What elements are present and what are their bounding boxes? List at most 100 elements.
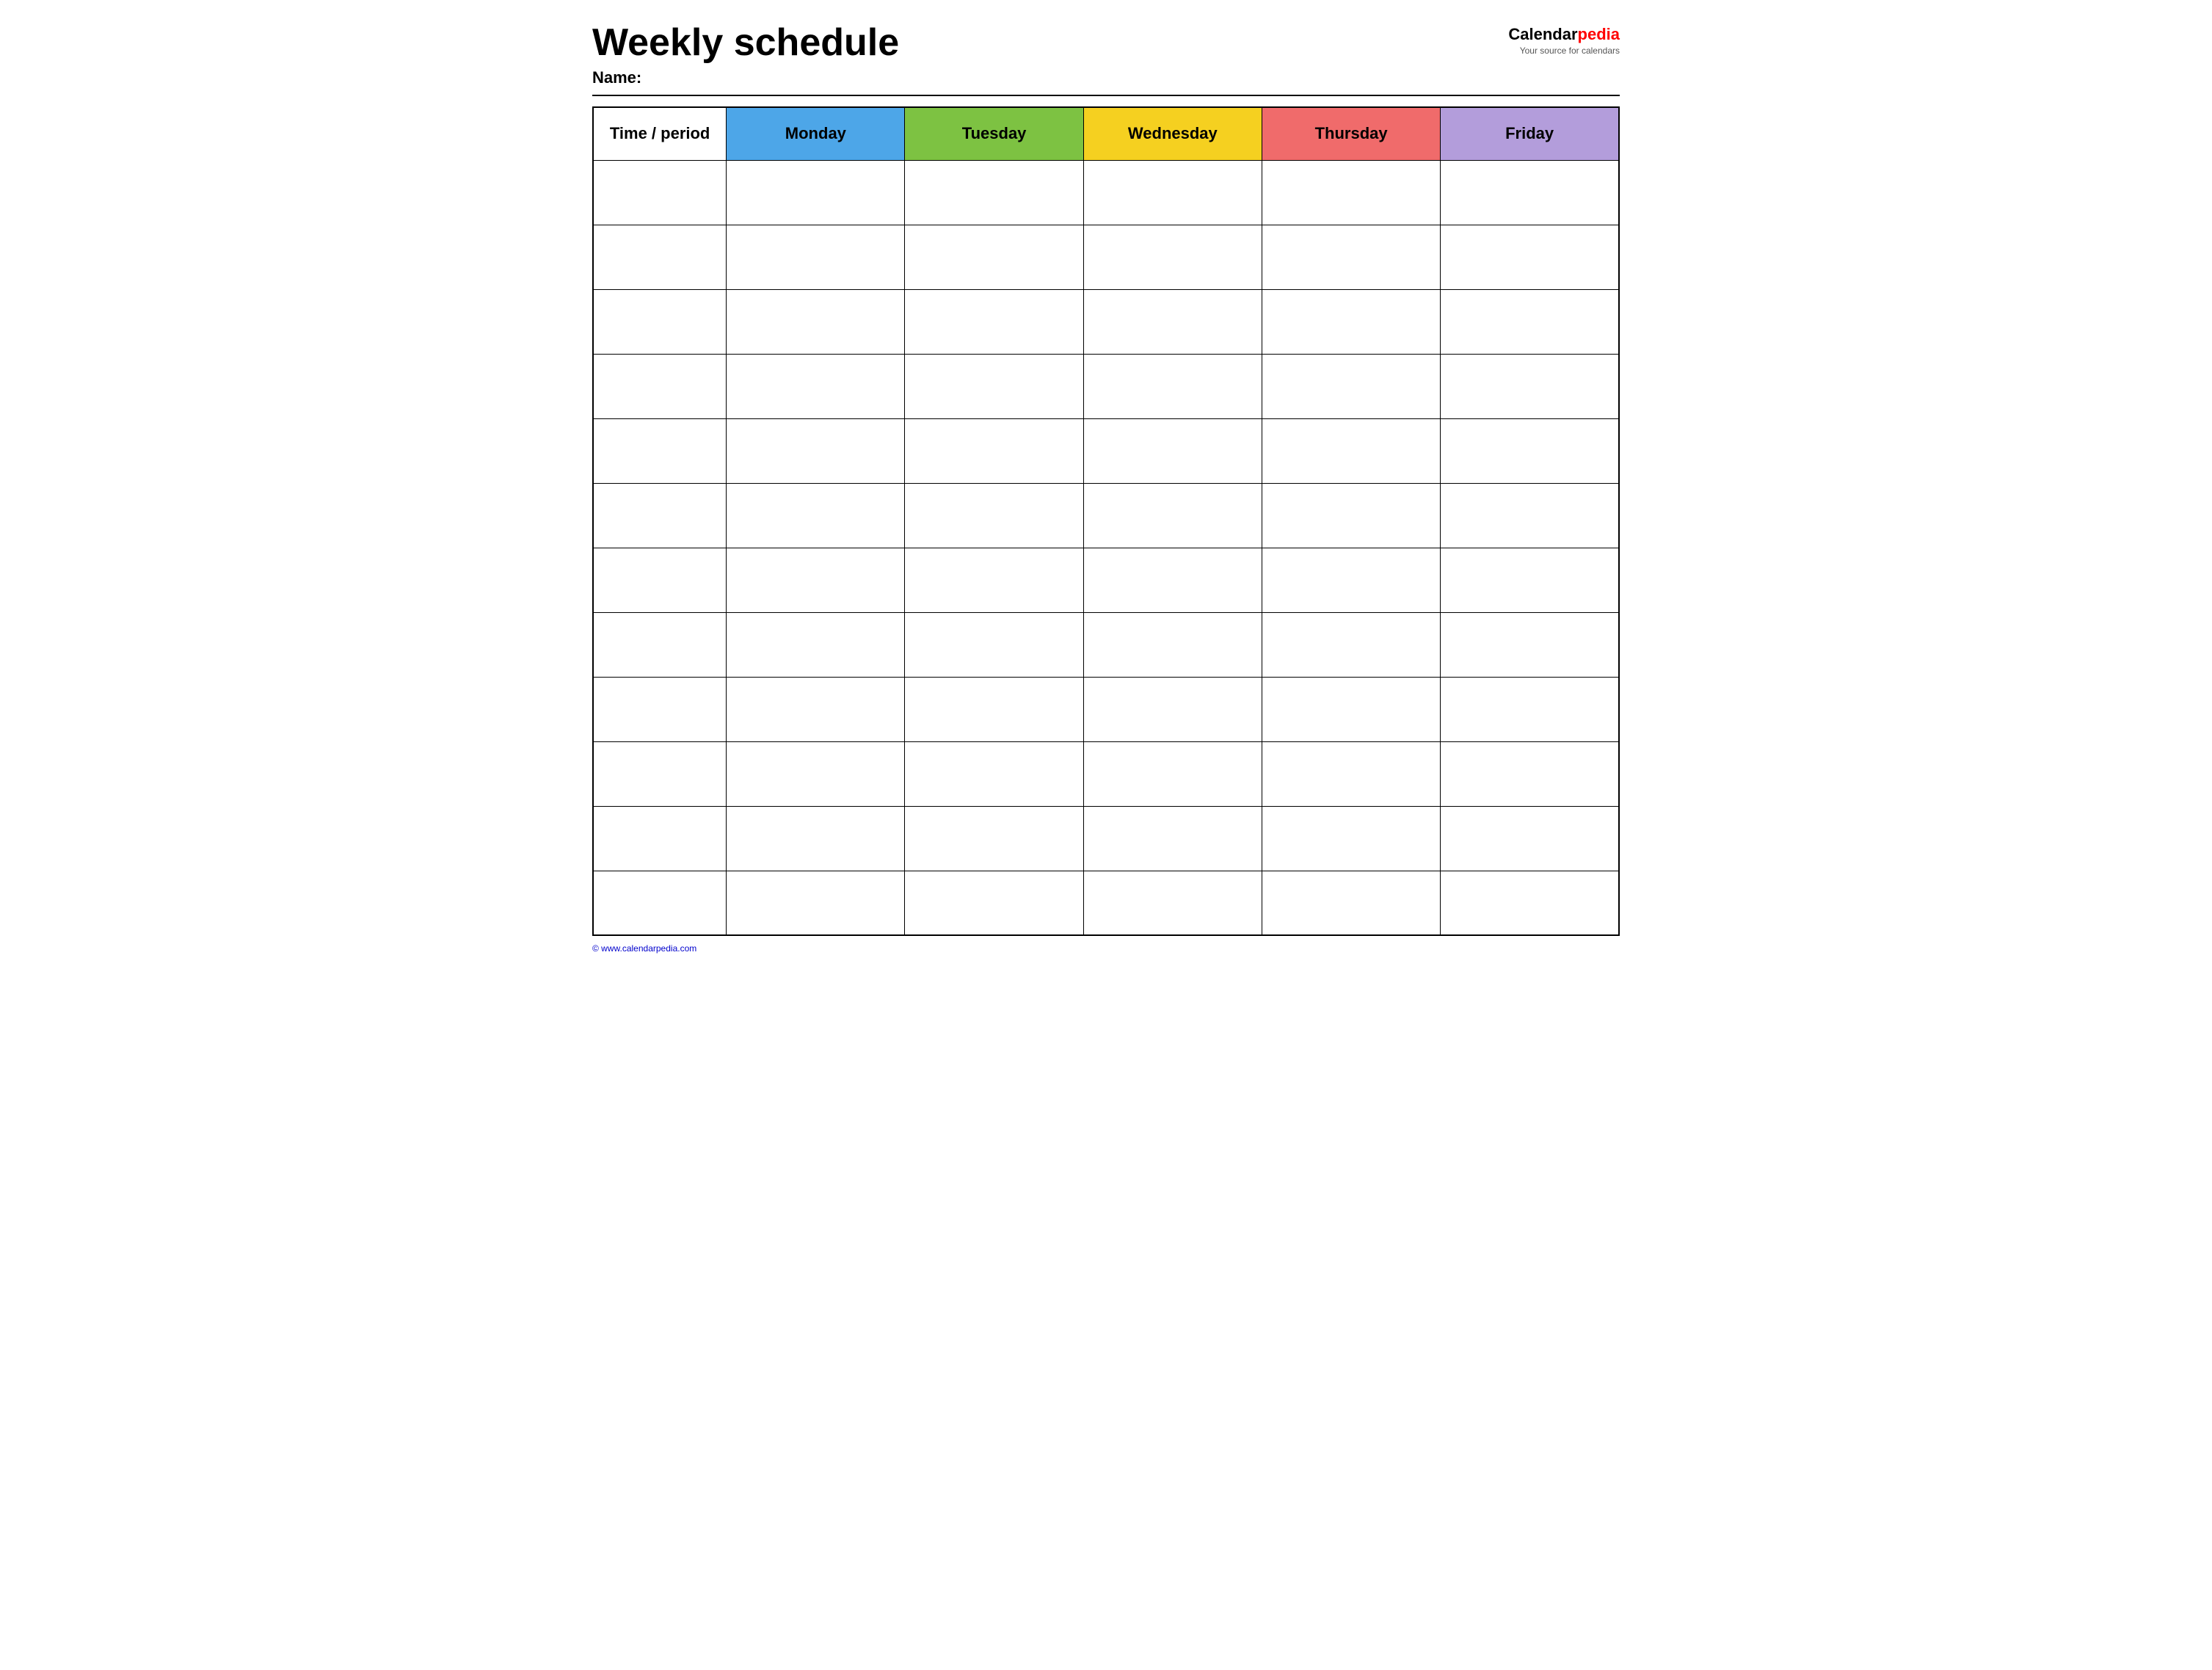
page-title: Weekly schedule	[592, 22, 1508, 64]
schedule-table: Time / period Monday Tuesday Wednesday T…	[592, 106, 1620, 936]
time-cell[interactable]	[593, 289, 727, 354]
schedule-cell[interactable]	[905, 418, 1083, 483]
schedule-cell[interactable]	[1262, 871, 1440, 935]
schedule-cell[interactable]	[905, 806, 1083, 871]
schedule-cell[interactable]	[1262, 225, 1440, 289]
schedule-cell[interactable]	[1262, 741, 1440, 806]
table-row	[593, 612, 1619, 677]
schedule-cell[interactable]	[905, 677, 1083, 741]
table-row	[593, 289, 1619, 354]
schedule-cell[interactable]	[1262, 289, 1440, 354]
header-area: Weekly schedule Name: Calendarpedia Your…	[592, 22, 1620, 87]
schedule-cell[interactable]	[1262, 806, 1440, 871]
time-cell[interactable]	[593, 225, 727, 289]
table-row	[593, 418, 1619, 483]
table-row	[593, 548, 1619, 612]
schedule-cell[interactable]	[905, 612, 1083, 677]
schedule-cell[interactable]	[1262, 612, 1440, 677]
schedule-cell[interactable]	[1262, 160, 1440, 225]
col-header-tuesday: Tuesday	[905, 107, 1083, 160]
table-row	[593, 354, 1619, 418]
table-header-row: Time / period Monday Tuesday Wednesday T…	[593, 107, 1619, 160]
schedule-cell[interactable]	[1262, 548, 1440, 612]
schedule-cell[interactable]	[1083, 483, 1262, 548]
schedule-cell[interactable]	[1083, 806, 1262, 871]
title-section: Weekly schedule Name:	[592, 22, 1508, 87]
time-cell[interactable]	[593, 418, 727, 483]
schedule-cell[interactable]	[1262, 354, 1440, 418]
schedule-cell[interactable]	[727, 612, 905, 677]
table-row	[593, 677, 1619, 741]
schedule-cell[interactable]	[727, 806, 905, 871]
time-cell[interactable]	[593, 354, 727, 418]
schedule-cell[interactable]	[727, 741, 905, 806]
schedule-cell[interactable]	[1441, 612, 1619, 677]
schedule-cell[interactable]	[727, 418, 905, 483]
footer-link: © www.calendarpedia.com	[592, 943, 696, 954]
page-wrapper: Weekly schedule Name: Calendarpedia Your…	[592, 22, 1620, 954]
header-divider	[592, 95, 1620, 96]
schedule-cell[interactable]	[1083, 741, 1262, 806]
schedule-cell[interactable]	[727, 483, 905, 548]
schedule-cell[interactable]	[1441, 741, 1619, 806]
schedule-cell[interactable]	[905, 160, 1083, 225]
schedule-cell[interactable]	[1083, 418, 1262, 483]
schedule-cell[interactable]	[1441, 677, 1619, 741]
schedule-cell[interactable]	[1441, 483, 1619, 548]
schedule-cell[interactable]	[1083, 354, 1262, 418]
name-label: Name:	[592, 68, 1508, 87]
table-row	[593, 225, 1619, 289]
table-row	[593, 741, 1619, 806]
schedule-cell[interactable]	[727, 548, 905, 612]
schedule-cell[interactable]	[905, 548, 1083, 612]
logo-text: Calendarpedia	[1508, 25, 1620, 44]
schedule-cell[interactable]	[905, 289, 1083, 354]
schedule-cell[interactable]	[727, 289, 905, 354]
time-cell[interactable]	[593, 548, 727, 612]
schedule-cell[interactable]	[905, 354, 1083, 418]
schedule-cell[interactable]	[1083, 289, 1262, 354]
logo-tagline: Your source for calendars	[1508, 46, 1620, 56]
schedule-cell[interactable]	[727, 354, 905, 418]
schedule-cell[interactable]	[905, 225, 1083, 289]
schedule-cell[interactable]	[1262, 677, 1440, 741]
schedule-cell[interactable]	[1083, 225, 1262, 289]
schedule-cell[interactable]	[1083, 612, 1262, 677]
schedule-cell[interactable]	[1441, 548, 1619, 612]
schedule-cell[interactable]	[727, 225, 905, 289]
schedule-cell[interactable]	[1441, 806, 1619, 871]
schedule-cell[interactable]	[905, 741, 1083, 806]
schedule-cell[interactable]	[1441, 871, 1619, 935]
logo-section: Calendarpedia Your source for calendars	[1508, 25, 1620, 56]
col-header-monday: Monday	[727, 107, 905, 160]
schedule-cell[interactable]	[1441, 354, 1619, 418]
time-cell[interactable]	[593, 612, 727, 677]
schedule-cell[interactable]	[1083, 548, 1262, 612]
table-row	[593, 160, 1619, 225]
footer: © www.calendarpedia.com	[592, 943, 1620, 954]
schedule-cell[interactable]	[727, 871, 905, 935]
schedule-cell[interactable]	[1441, 289, 1619, 354]
schedule-cell[interactable]	[1262, 418, 1440, 483]
table-row	[593, 806, 1619, 871]
schedule-cell[interactable]	[727, 160, 905, 225]
schedule-cell[interactable]	[1083, 871, 1262, 935]
schedule-cell[interactable]	[1262, 483, 1440, 548]
table-row	[593, 483, 1619, 548]
schedule-cell[interactable]	[1083, 677, 1262, 741]
time-cell[interactable]	[593, 871, 727, 935]
schedule-cell[interactable]	[727, 677, 905, 741]
schedule-cell[interactable]	[905, 871, 1083, 935]
time-cell[interactable]	[593, 160, 727, 225]
schedule-cell[interactable]	[1441, 225, 1619, 289]
table-row	[593, 871, 1619, 935]
schedule-cell[interactable]	[905, 483, 1083, 548]
logo-calendar: Calendar	[1508, 25, 1577, 43]
schedule-cell[interactable]	[1083, 160, 1262, 225]
schedule-cell[interactable]	[1441, 418, 1619, 483]
time-cell[interactable]	[593, 677, 727, 741]
time-cell[interactable]	[593, 741, 727, 806]
time-cell[interactable]	[593, 806, 727, 871]
schedule-cell[interactable]	[1441, 160, 1619, 225]
time-cell[interactable]	[593, 483, 727, 548]
